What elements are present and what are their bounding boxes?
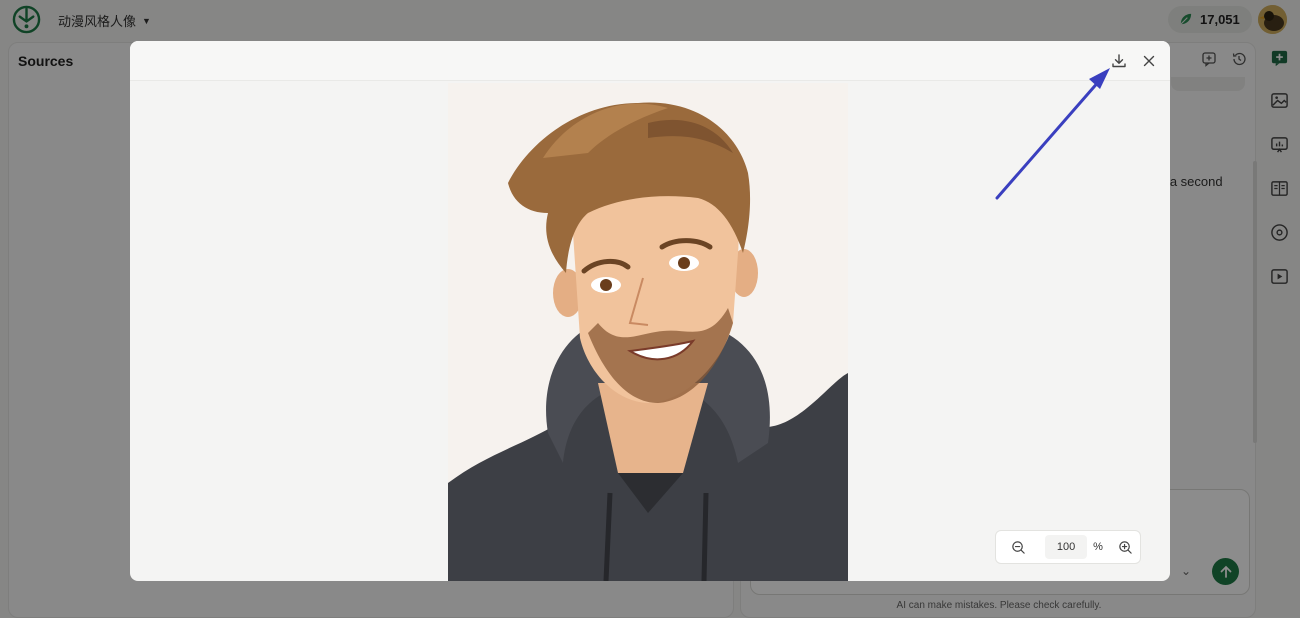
zoom-controls: %	[995, 530, 1141, 564]
zoom-in-icon	[1119, 540, 1132, 554]
image-preview-modal: %	[130, 41, 1170, 581]
zoom-out-icon	[1012, 540, 1025, 554]
zoom-unit-label: %	[1093, 541, 1103, 553]
modal-header	[130, 41, 1170, 81]
download-icon	[1112, 54, 1126, 68]
close-button[interactable]	[1138, 50, 1160, 72]
zoom-in-button[interactable]	[1111, 531, 1140, 563]
close-icon	[1143, 55, 1155, 67]
zoom-level-input[interactable]	[1045, 535, 1088, 559]
generated-portrait-image	[448, 83, 848, 581]
download-button[interactable]	[1108, 50, 1130, 72]
zoom-out-button[interactable]	[1004, 531, 1033, 563]
